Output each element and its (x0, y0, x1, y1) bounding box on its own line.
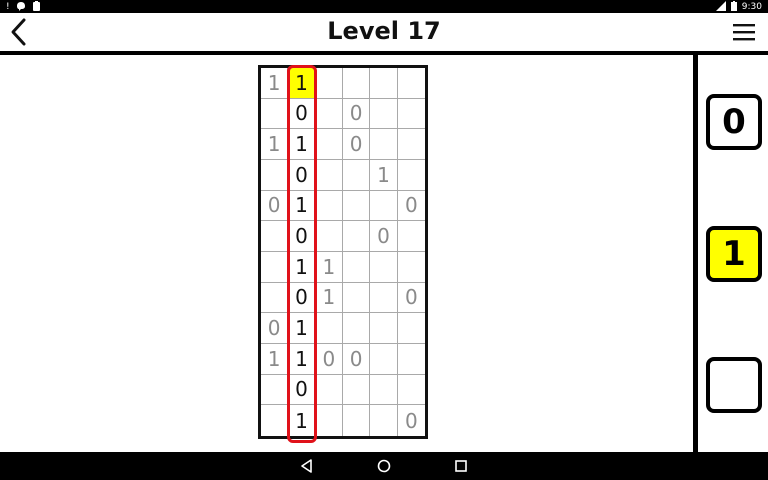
grid-cell[interactable] (315, 374, 343, 406)
grid-cell[interactable]: 0 (288, 374, 316, 406)
grid-cell[interactable] (315, 190, 343, 222)
hamburger-menu-icon (733, 24, 755, 41)
grid-cell[interactable]: 0 (288, 98, 316, 130)
grid-cell[interactable] (261, 98, 289, 130)
grid-cell[interactable]: 1 (315, 282, 343, 314)
grid-cell[interactable] (261, 251, 289, 283)
one-button[interactable]: 1 (706, 226, 762, 282)
alert-icon: ! (6, 2, 10, 12)
grid-cell[interactable] (343, 313, 371, 344)
panel-divider (693, 55, 698, 452)
grid-cell[interactable]: 0 (343, 98, 371, 130)
app-header: Level 17 (0, 13, 768, 55)
grid-cell[interactable] (370, 251, 398, 283)
game-area: 1100110010100011010011100010 0 1 (0, 55, 768, 452)
grid-cell[interactable] (370, 313, 398, 344)
grid-cell[interactable] (370, 343, 398, 375)
zero-button[interactable]: 0 (706, 94, 762, 150)
grid-cell[interactable]: 0 (370, 221, 398, 252)
grid-cell[interactable] (397, 313, 425, 344)
grid-cell[interactable]: 1 (288, 251, 316, 283)
grid-cell[interactable]: 0 (398, 405, 425, 436)
grid-cell[interactable]: 1 (261, 68, 289, 99)
grid-cell[interactable]: 1 (315, 251, 343, 283)
grid-cell[interactable] (315, 159, 343, 191)
page-title: Level 17 (327, 17, 441, 45)
nav-recents-button[interactable] (453, 458, 469, 474)
grid-cell[interactable] (315, 221, 343, 252)
clear-button[interactable] (706, 357, 762, 413)
grid-cell[interactable] (370, 405, 398, 436)
grid-cell[interactable]: 1 (261, 129, 289, 160)
grid-cell[interactable] (370, 98, 398, 130)
grid-cell[interactable]: 0 (261, 190, 289, 222)
grid-cell[interactable]: 1 (261, 343, 289, 375)
nav-home-button[interactable] (376, 458, 392, 474)
menu-button[interactable] (732, 22, 756, 42)
system-nav-bar (0, 452, 768, 480)
grid-cell[interactable]: 1 (288, 405, 316, 436)
recents-square-icon (455, 460, 467, 472)
grid-cell[interactable]: 0 (397, 191, 425, 222)
grid-cell[interactable] (343, 221, 371, 252)
grid-cell[interactable] (315, 313, 343, 344)
back-triangle-icon (301, 459, 312, 473)
grid-cell[interactable] (315, 129, 343, 160)
grid-cell[interactable] (315, 68, 343, 99)
grid-cell[interactable] (343, 251, 371, 283)
grid-cell[interactable] (397, 160, 425, 191)
grid-cell[interactable] (397, 344, 425, 375)
grid-cell[interactable] (397, 252, 425, 283)
grid-cell[interactable]: 1 (288, 129, 316, 160)
grid-cell[interactable]: 0 (397, 283, 425, 314)
grid-cell[interactable]: 0 (288, 282, 316, 314)
puzzle-grid: 1100110010100011010011100010 (258, 65, 428, 439)
grid-cell[interactable]: 0 (315, 343, 343, 375)
grid-cell[interactable]: 0 (288, 159, 316, 191)
clock-text: 9:30 (741, 2, 762, 12)
grid-cell[interactable] (315, 98, 343, 130)
grid-cell[interactable] (397, 129, 425, 160)
grid-cell[interactable]: 1 (288, 190, 316, 222)
grid-cell[interactable] (316, 405, 343, 436)
grid-cell[interactable]: 1 (288, 68, 316, 99)
grid-cell[interactable]: 1 (288, 313, 316, 344)
grid-cell[interactable] (343, 405, 371, 436)
grid-cell[interactable] (343, 374, 371, 406)
grid-cell[interactable] (397, 375, 425, 406)
grid-cell[interactable]: 0 (288, 221, 316, 252)
grid-cell[interactable] (370, 129, 398, 160)
grid-cell[interactable] (397, 68, 425, 99)
home-circle-icon (377, 459, 391, 473)
grid-cell[interactable] (370, 190, 398, 222)
grid-cell[interactable] (261, 374, 289, 406)
grid-cell[interactable]: 0 (343, 129, 371, 160)
grid-cell[interactable] (343, 190, 371, 222)
grid-cell[interactable]: 0 (343, 343, 371, 375)
grid-cell[interactable] (397, 221, 425, 252)
grid-cell[interactable] (397, 99, 425, 130)
grid-cell[interactable]: 0 (261, 313, 289, 344)
grid-cell[interactable] (343, 68, 371, 99)
grid-cell[interactable] (261, 282, 289, 314)
grid-cell[interactable] (261, 159, 289, 191)
grid-cell[interactable] (343, 282, 371, 314)
grid-cell[interactable] (343, 159, 371, 191)
grid-cell[interactable]: 1 (288, 343, 316, 375)
grid-cell[interactable]: 1 (370, 159, 398, 191)
grid-cell[interactable] (370, 374, 398, 406)
nav-back-button[interactable] (299, 458, 315, 474)
grid-cell[interactable] (261, 405, 289, 436)
grid-cell[interactable] (370, 282, 398, 314)
grid-cell[interactable] (370, 68, 398, 99)
status-bar: ! 9:30 (0, 0, 768, 13)
zero-button-label: 0 (722, 102, 746, 142)
one-button-label: 1 (722, 234, 746, 274)
grid-cell[interactable] (261, 221, 289, 252)
